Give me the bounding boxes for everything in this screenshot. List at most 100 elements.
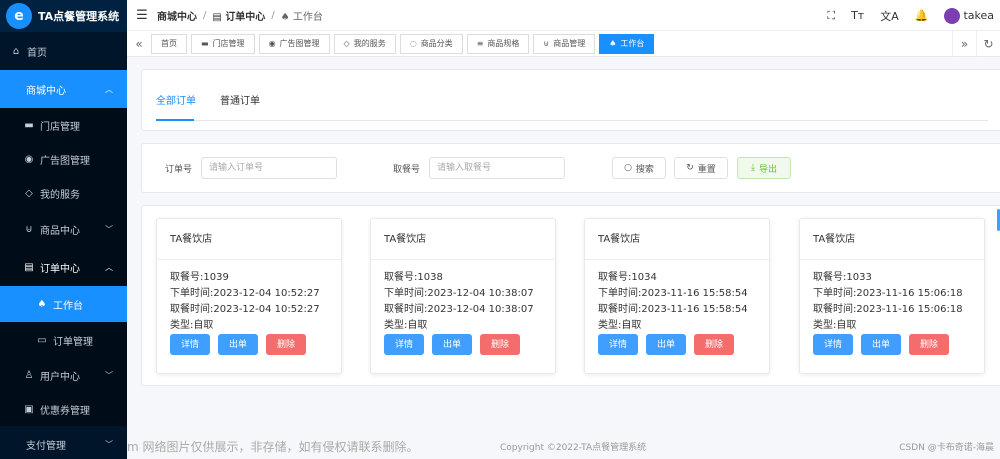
pickup-no-input[interactable]: 请输入取餐号 bbox=[429, 157, 565, 179]
shop-icon: ▬ bbox=[24, 119, 34, 131]
notification-bell-icon[interactable]: 🔔 bbox=[915, 9, 929, 22]
breadcrumb-item[interactable]: 商城中心 bbox=[157, 8, 197, 23]
sidebar-item-mall-center[interactable]: 商城中心 ︿ bbox=[0, 70, 127, 108]
scroll-right-icon[interactable]: » bbox=[952, 31, 976, 57]
font-size-icon[interactable]: Tт bbox=[851, 9, 864, 22]
sidebar-item-label: 优惠券管理 bbox=[40, 405, 90, 417]
detail-button[interactable]: 详情 bbox=[813, 334, 853, 355]
tab-ads[interactable]: ◉ 广告图管理 bbox=[258, 33, 330, 54]
order-no-label: 订单号 bbox=[165, 165, 193, 175]
detail-button[interactable]: 详情 bbox=[384, 334, 424, 355]
camera-icon: ◉ bbox=[24, 153, 34, 165]
sidebar-item-label: 首页 bbox=[27, 47, 47, 59]
order-type: 类型:自取 bbox=[598, 320, 642, 331]
tab-all-orders[interactable]: 全部订单 bbox=[156, 92, 196, 107]
detail-button[interactable]: 详情 bbox=[598, 334, 638, 355]
watermark-text: m 网络图片仅供展示，非存储，如有侵权请联系删除。 bbox=[127, 439, 419, 454]
shop-icon: ▬ bbox=[201, 39, 209, 48]
sidebar-item-label: 商品中心 bbox=[40, 225, 80, 237]
delete-button[interactable]: 删除 bbox=[480, 334, 520, 355]
order-time: 下单时间:2023-11-16 15:58:54 bbox=[598, 288, 748, 299]
logo-icon: e bbox=[6, 3, 32, 29]
sidebar-item-order-center[interactable]: ▤ 订单中心 ︿ bbox=[0, 248, 127, 286]
sidebar-item-ads[interactable]: ◉ 广告图管理 bbox=[0, 142, 127, 176]
tab-normal-orders[interactable]: 普通订单 bbox=[220, 92, 260, 107]
reset-button[interactable]: ↻ 重置 bbox=[674, 157, 728, 179]
main-content: 全部订单 普通订单 订单号 请输入订单号 取餐号 请输入取餐号 ○ 搜索 ↻ 重置 … bbox=[127, 57, 1000, 459]
fullscreen-icon[interactable]: ⛶ bbox=[827, 9, 835, 23]
sidebar-item-label: 广告图管理 bbox=[40, 155, 90, 167]
sidebar-item-user-center[interactable]: ♙ 用户中心 ﹀ bbox=[0, 358, 127, 392]
avatar bbox=[944, 7, 961, 24]
chevron-up-icon: ︿ bbox=[105, 84, 113, 94]
sidebar-item-order-manage[interactable]: ▭ 订单管理 bbox=[0, 322, 127, 358]
chevron-down-icon: ﹀ bbox=[105, 370, 113, 380]
sidebar-item-label: 支付管理 bbox=[26, 440, 66, 452]
order-card: TA餐饮店 取餐号:1033 下单时间:2023-11-16 15:06:18 … bbox=[799, 218, 985, 374]
export-button[interactable]: ⤓ 导出 bbox=[737, 157, 791, 179]
menu-toggle-icon[interactable]: ☰ bbox=[127, 8, 157, 23]
cart-icon: ⊍ bbox=[543, 39, 550, 48]
order-pickup-no: 取餐号:1034 bbox=[598, 272, 657, 283]
sidebar-item-home[interactable]: ⌂ 首页 bbox=[0, 32, 127, 70]
cart-icon: ⊍ bbox=[25, 223, 33, 235]
breadcrumb-item[interactable]: ▤ 订单中心 bbox=[212, 8, 265, 23]
refresh-icon[interactable]: ↻ bbox=[976, 31, 1000, 57]
order-no-input[interactable]: 请输入订单号 bbox=[201, 157, 337, 179]
sidebar-item-label: 商城中心 bbox=[26, 85, 66, 97]
chevron-up-icon: ︿ bbox=[105, 262, 113, 272]
search-button[interactable]: ○ 搜索 bbox=[612, 157, 666, 179]
search-form: 订单号 请输入订单号 取餐号 请输入取餐号 ○ 搜索 ↻ 重置 ⤓ 导出 bbox=[141, 143, 1000, 193]
order-card: TA餐饮店 取餐号:1039 下单时间:2023-12-04 10:52:27 … bbox=[156, 218, 342, 374]
active-tab-indicator bbox=[156, 119, 194, 121]
order-pickup-time: 取餐时间:2023-12-04 10:38:07 bbox=[384, 304, 534, 315]
serve-button[interactable]: 出单 bbox=[218, 334, 258, 355]
camera-icon: ◉ bbox=[268, 39, 276, 48]
service-icon: ◇ bbox=[25, 187, 33, 199]
order-time: 下单时间:2023-11-16 15:06:18 bbox=[813, 288, 963, 299]
delete-button[interactable]: 删除 bbox=[694, 334, 734, 355]
user-icon: ♙ bbox=[24, 369, 34, 381]
sidebar-item-store[interactable]: ▬ 门店管理 bbox=[0, 108, 127, 142]
serve-button[interactable]: 出单 bbox=[861, 334, 901, 355]
serve-button[interactable]: 出单 bbox=[646, 334, 686, 355]
order-pickup-time: 取餐时间:2023-11-16 15:58:54 bbox=[598, 304, 748, 315]
search-icon: ○ bbox=[624, 163, 632, 173]
sidebar-item-label: 用户中心 bbox=[40, 371, 80, 383]
clipboard-icon: ▤ bbox=[24, 261, 34, 273]
order-type: 类型:自取 bbox=[384, 320, 428, 331]
tab-service[interactable]: ◇ 我的服务 bbox=[333, 33, 396, 54]
sidebar-item-label: 订单中心 bbox=[40, 263, 80, 275]
order-shop-name: TA餐饮店 bbox=[157, 219, 341, 260]
translate-icon[interactable]: 文A bbox=[880, 8, 899, 24]
bell-icon: ♠ bbox=[37, 298, 47, 310]
tab-home[interactable]: 首页 bbox=[151, 33, 187, 54]
tab-store[interactable]: ▬ 门店管理 bbox=[191, 33, 255, 54]
sidebar-item-product-center[interactable]: ⊍ 商品中心 ﹀ bbox=[0, 210, 127, 248]
tab-spec[interactable]: ≡ 商品规格 bbox=[466, 33, 530, 54]
delete-button[interactable]: 删除 bbox=[909, 334, 949, 355]
chevron-down-icon: ﹀ bbox=[105, 224, 113, 234]
tab-category[interactable]: ◌ 商品分类 bbox=[399, 33, 463, 54]
detail-button[interactable]: 详情 bbox=[170, 334, 210, 355]
tab-product[interactable]: ⊍ 商品管理 bbox=[533, 33, 596, 54]
sidebar: e TA点餐管理系统 ⌂ 首页 商城中心 ︿ ▬ 门店管理 ◉ 广告图管理 ◇ … bbox=[0, 0, 127, 459]
sidebar-item-service[interactable]: ◇ 我的服务 bbox=[0, 176, 127, 210]
csdn-credit: CSDN @卡布奇诺-海晨 bbox=[899, 442, 994, 453]
sidebar-item-workbench[interactable]: ♠ 工作台 bbox=[0, 286, 127, 322]
sidebar-item-payment[interactable]: 支付管理 ﹀ bbox=[0, 426, 127, 459]
footer: m 网络图片仅供展示，非存储，如有侵权请联系删除。 Copyright ©202… bbox=[127, 433, 1000, 459]
serve-button[interactable]: 出单 bbox=[432, 334, 472, 355]
scroll-left-icon[interactable]: « bbox=[127, 37, 151, 51]
delete-button[interactable]: 删除 bbox=[266, 334, 306, 355]
user-menu[interactable]: takea bbox=[944, 7, 994, 24]
category-icon: ◌ bbox=[409, 39, 417, 48]
order-type-tabs: 全部订单 普通订单 bbox=[141, 69, 1000, 131]
order-pickup-no: 取餐号:1038 bbox=[384, 272, 443, 283]
order-shop-name: TA餐饮店 bbox=[371, 219, 555, 260]
sidebar-item-coupon[interactable]: ▣ 优惠券管理 bbox=[0, 392, 127, 426]
tab-workbench[interactable]: ♠ 工作台 bbox=[599, 33, 655, 54]
breadcrumb-current: ♠ 工作台 bbox=[280, 11, 323, 23]
app-logo[interactable]: e TA点餐管理系统 bbox=[0, 0, 127, 32]
pickup-no-label: 取餐号 bbox=[393, 165, 421, 175]
